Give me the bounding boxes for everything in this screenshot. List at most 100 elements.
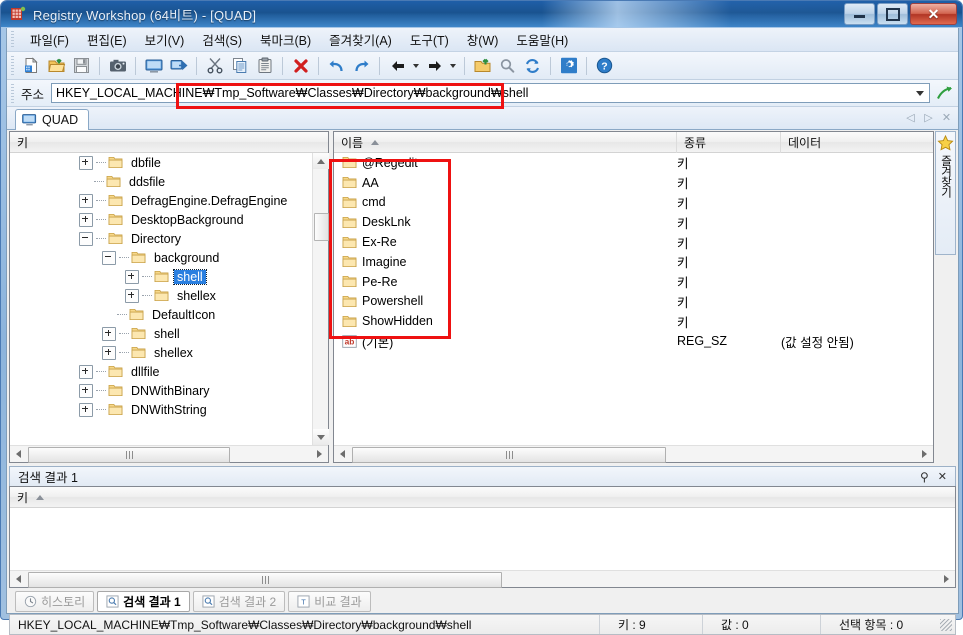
- tree-expander-plus-icon[interactable]: [79, 155, 93, 170]
- open-folder-icon[interactable]: [44, 54, 69, 78]
- dock-tab-1[interactable]: 히스토리: [15, 591, 95, 612]
- tree-expander-plus-icon[interactable]: [79, 383, 93, 398]
- table-row[interactable]: @Regedit 키: [334, 153, 933, 173]
- menu-bookmark[interactable]: 북마크(B): [251, 27, 320, 52]
- paste-icon[interactable]: [252, 54, 277, 78]
- menu-window[interactable]: 창(W): [458, 27, 508, 52]
- toolbar-grip[interactable]: [11, 56, 14, 76]
- tree-node-dnwithstring[interactable]: DNWithString: [10, 400, 328, 419]
- resize-grip-icon[interactable]: [940, 618, 952, 631]
- tree-scroll-thumb[interactable]: [314, 213, 329, 241]
- tree-horizontal-scrollbar[interactable]: [10, 445, 328, 463]
- list-hscroll-left-icon[interactable]: [334, 446, 351, 462]
- tree-node-dllfile[interactable]: dllfile: [10, 362, 328, 381]
- tree-expander-plus-icon[interactable]: [102, 345, 116, 360]
- menu-edit[interactable]: 편집(E): [78, 27, 136, 52]
- refresh-icon[interactable]: [520, 54, 545, 78]
- tree-node-directory[interactable]: Directory: [10, 229, 328, 248]
- tree-hscroll-right-icon[interactable]: [311, 446, 328, 462]
- menu-file[interactable]: 파일(F): [21, 27, 78, 52]
- tree-vertical-scrollbar[interactable]: [312, 153, 329, 445]
- tree-node-defragengine-defragengine[interactable]: DefragEngine.DefragEngine: [10, 191, 328, 210]
- tree-node-background[interactable]: background: [10, 248, 328, 267]
- back-arrow-icon[interactable]: [385, 54, 410, 78]
- list-hscroll-thumb[interactable]: [352, 447, 666, 463]
- tree-expander-plus-icon[interactable]: [79, 193, 93, 208]
- tree-node-shell[interactable]: shell: [10, 324, 328, 343]
- dock-column-key[interactable]: 키: [10, 487, 955, 508]
- redo-icon[interactable]: [349, 54, 374, 78]
- address-input[interactable]: HKEY_LOCAL_MACHINE₩Tmp_Software₩Classes₩…: [51, 83, 930, 103]
- address-bar-grip[interactable]: [11, 84, 14, 103]
- table-row[interactable]: cmd 키: [334, 193, 933, 213]
- save-icon[interactable]: [69, 54, 94, 78]
- table-row[interactable]: Pe-Re 키: [334, 272, 933, 292]
- dock-tab-2[interactable]: 검색 결과 1: [97, 591, 190, 612]
- tree-hscroll-thumb[interactable]: [28, 447, 230, 463]
- tab-quad[interactable]: QUAD: [15, 109, 90, 130]
- tree-node-dbfile[interactable]: dbfile: [10, 153, 328, 172]
- tab-next-triangle-right-icon[interactable]: ▷: [923, 110, 934, 124]
- tree-hscroll-left-icon[interactable]: [10, 446, 27, 462]
- delete-x-icon[interactable]: [288, 54, 313, 78]
- dock-horizontal-scrollbar[interactable]: [10, 570, 955, 588]
- help-question-icon[interactable]: ?: [592, 54, 617, 78]
- tree-node-shellex[interactable]: shellex: [10, 286, 328, 305]
- back-dropdown-chevron-down-icon[interactable]: [410, 55, 422, 77]
- tree-expander-plus-icon[interactable]: [79, 364, 93, 379]
- table-row[interactable]: Ex-Re 키: [334, 232, 933, 252]
- dock-hscroll-right-icon[interactable]: [938, 571, 955, 587]
- cut-scissors-icon[interactable]: [202, 54, 227, 78]
- parent-folder-up-icon[interactable]: [470, 54, 495, 78]
- menu-view[interactable]: 보기(V): [136, 27, 194, 52]
- tree-expander-plus-icon[interactable]: [79, 402, 93, 417]
- tree-column-key[interactable]: 키: [10, 132, 328, 153]
- snapshot-camera-icon[interactable]: [105, 54, 130, 78]
- tab-close-x-icon[interactable]: ✕: [941, 110, 952, 124]
- tree-expander-plus-icon[interactable]: [102, 326, 116, 341]
- list-column-name[interactable]: 이름: [334, 131, 677, 153]
- dock-hscroll-thumb[interactable]: [28, 572, 502, 588]
- menu-search[interactable]: 검색(S): [193, 27, 251, 52]
- tree-node-shell[interactable]: shell: [10, 267, 328, 286]
- tree-node-desktopbackground[interactable]: DesktopBackground: [10, 210, 328, 229]
- tree-node-defaulticon[interactable]: DefaultIcon: [10, 305, 328, 324]
- tree-expander-minus-icon[interactable]: [102, 250, 116, 265]
- table-row[interactable]: ab (기본) REG_SZ (값 설정 안됨): [334, 331, 933, 351]
- tree-node-dnwithbinary[interactable]: DNWithBinary: [10, 381, 328, 400]
- find-magnifier-icon[interactable]: [495, 54, 520, 78]
- maximize-button[interactable]: [877, 3, 908, 25]
- address-go-arrow-icon[interactable]: [932, 85, 958, 102]
- table-row[interactable]: DeskLnk 키: [334, 212, 933, 232]
- list-column-type[interactable]: 종류: [677, 131, 781, 153]
- table-row[interactable]: Imagine 키: [334, 252, 933, 272]
- tree-expander-plus-icon[interactable]: [125, 288, 139, 303]
- menu-bar-grip[interactable]: [11, 31, 14, 49]
- tree-node-shellex[interactable]: shellex: [10, 343, 328, 362]
- list-column-data[interactable]: 데이터: [781, 132, 933, 153]
- tab-prev-triangle-left-icon[interactable]: ◁: [905, 110, 916, 124]
- dock-tab-3[interactable]: 검색 결과 2: [192, 591, 286, 612]
- dock-hscroll-left-icon[interactable]: [10, 571, 27, 587]
- dock-close-x-icon[interactable]: ✕: [938, 470, 947, 483]
- tree-expander-plus-icon[interactable]: [79, 212, 93, 227]
- copy-icon[interactable]: [227, 54, 252, 78]
- dock-tab-4[interactable]: T 비교 결과: [288, 591, 371, 612]
- list-horizontal-scrollbar[interactable]: [334, 445, 933, 463]
- monitor-icon[interactable]: [141, 54, 166, 78]
- address-chevron-down-icon[interactable]: [912, 84, 927, 102]
- export-monitor-icon[interactable]: [166, 54, 191, 78]
- close-button[interactable]: ✕: [910, 3, 957, 25]
- table-row[interactable]: ShowHidden 키: [334, 311, 933, 331]
- undo-icon[interactable]: [324, 54, 349, 78]
- table-row[interactable]: AA 키: [334, 173, 933, 193]
- menu-favorites[interactable]: 즐겨찾기(A): [320, 27, 401, 52]
- tree-node-ddsfile[interactable]: ddsfile: [10, 172, 328, 191]
- menu-help[interactable]: 도움말(H): [507, 27, 577, 52]
- dock-pin-icon[interactable]: ⚲: [920, 470, 929, 484]
- minimize-button[interactable]: [844, 3, 875, 25]
- menu-tools[interactable]: 도구(T): [401, 27, 458, 52]
- tree-scroll-down-icon[interactable]: [313, 429, 329, 445]
- settings-gear-icon[interactable]: [556, 54, 581, 78]
- favorites-side-tab[interactable]: 즐겨찾기: [935, 131, 956, 255]
